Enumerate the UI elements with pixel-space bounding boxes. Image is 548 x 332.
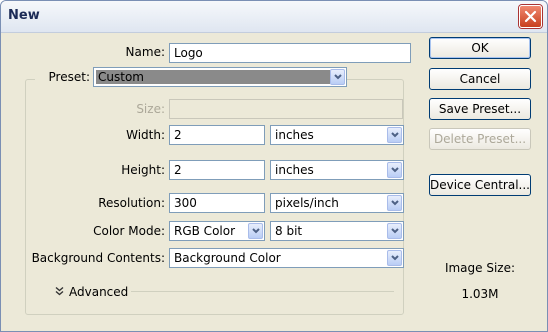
chevron-down-icon xyxy=(391,255,399,261)
image-size-value: 1.03M xyxy=(461,287,499,301)
height-unit-select[interactable]: inches xyxy=(270,160,404,180)
delete-preset-button: Delete Preset... xyxy=(429,128,531,150)
chevron-down-icon xyxy=(252,228,260,234)
background-contents-select[interactable]: Background Color xyxy=(169,248,404,268)
preset-label: Preset: xyxy=(35,70,93,84)
new-document-dialog: New Name: Logo Preset: Custom Size: Widt… xyxy=(0,0,548,332)
chevron-down-icon xyxy=(391,200,399,206)
resolution-field[interactable]: 300 xyxy=(169,193,265,213)
chevron-down-icon xyxy=(391,132,399,138)
device-central-button[interactable]: Device Central... xyxy=(429,174,531,196)
background-contents-label: Background Contents: xyxy=(31,251,165,265)
preset-select[interactable]: Custom xyxy=(93,67,347,87)
chevron-down-icon xyxy=(391,228,399,234)
width-field[interactable]: 2 xyxy=(169,125,265,145)
advanced-divider xyxy=(131,291,394,292)
cancel-button[interactable]: Cancel xyxy=(429,68,531,90)
dialog-body: Name: Logo Preset: Custom Size: Width: 2… xyxy=(5,33,543,327)
size-select xyxy=(169,99,403,119)
color-mode-dropdown-arrow[interactable] xyxy=(248,223,263,239)
color-mode-label: Color Mode: xyxy=(93,224,165,238)
chevron-down-icon xyxy=(391,167,399,173)
resolution-unit-dropdown-arrow[interactable] xyxy=(387,195,402,211)
width-unit-select[interactable]: inches xyxy=(270,125,404,145)
name-field[interactable]: Logo xyxy=(169,43,411,63)
ok-button[interactable]: OK xyxy=(429,37,531,59)
advanced-label[interactable]: Advanced xyxy=(69,285,128,299)
width-unit-value: inches xyxy=(275,128,314,142)
preset-dropdown-arrow[interactable] xyxy=(330,69,345,85)
bit-depth-value: 8 bit xyxy=(275,224,303,238)
save-preset-button[interactable]: Save Preset... xyxy=(429,98,531,120)
bit-depth-select[interactable]: 8 bit xyxy=(270,221,404,241)
color-mode-value: RGB Color xyxy=(174,224,236,238)
height-unit-dropdown-arrow[interactable] xyxy=(387,162,402,178)
resolution-unit-value: pixels/inch xyxy=(275,196,339,210)
size-label: Size: xyxy=(136,102,165,116)
dialog-title: New xyxy=(8,8,40,23)
preset-value: Custom xyxy=(96,70,330,84)
resolution-label: Resolution: xyxy=(98,196,165,210)
bit-depth-dropdown-arrow[interactable] xyxy=(387,223,402,239)
width-unit-dropdown-arrow[interactable] xyxy=(387,127,402,143)
resolution-unit-select[interactable]: pixels/inch xyxy=(270,193,404,213)
image-size-label: Image Size: xyxy=(444,261,516,275)
color-mode-select[interactable]: RGB Color xyxy=(169,221,265,241)
name-label: Name: xyxy=(125,45,165,59)
width-label: Width: xyxy=(126,128,165,142)
height-label: Height: xyxy=(121,163,165,177)
height-unit-value: inches xyxy=(275,163,314,177)
background-contents-dropdown-arrow[interactable] xyxy=(387,250,402,266)
title-bar[interactable]: New xyxy=(1,1,547,33)
height-field[interactable]: 2 xyxy=(169,160,265,180)
close-icon xyxy=(524,10,537,23)
close-button[interactable] xyxy=(519,5,542,28)
expand-advanced-icon[interactable] xyxy=(54,286,65,297)
background-contents-value: Background Color xyxy=(174,251,281,265)
chevron-down-icon xyxy=(334,74,342,80)
